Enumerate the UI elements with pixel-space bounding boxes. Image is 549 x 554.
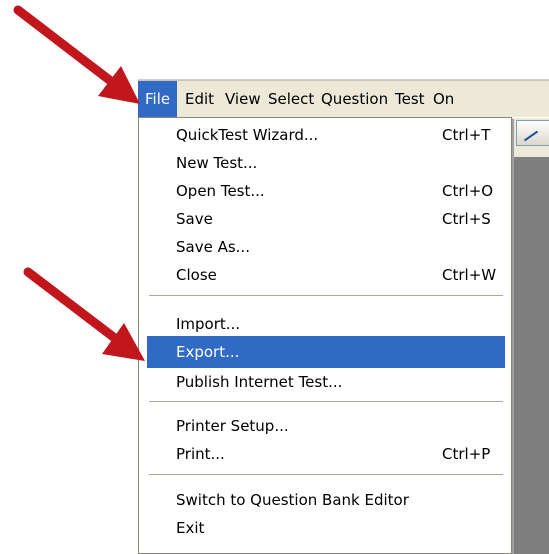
screenshot-stage: File Edit View Select Question Test On Q… — [0, 0, 549, 554]
annotation-arrows — [13, 5, 145, 361]
arrow-to-file-menu-icon — [13, 5, 140, 104]
arrow-to-export-item-icon — [23, 267, 145, 361]
